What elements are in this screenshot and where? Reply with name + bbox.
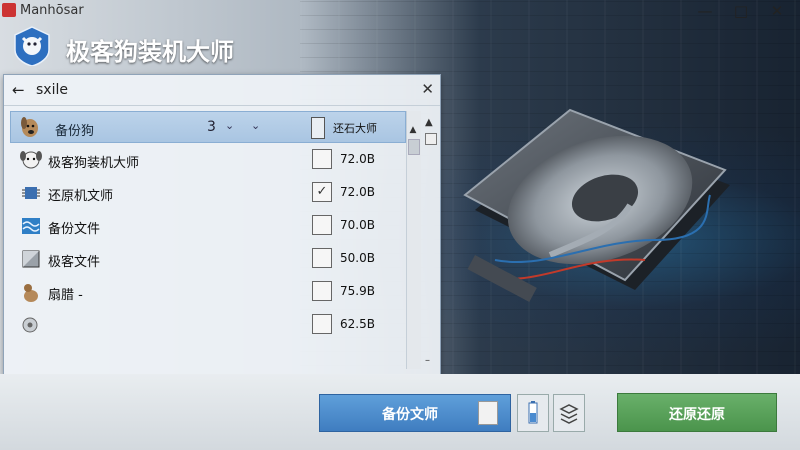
file-size: 70.0B bbox=[340, 218, 375, 232]
list-item[interactable]: 备份文件 70.0B bbox=[14, 211, 394, 241]
hard-drive-illustration bbox=[463, 108, 730, 302]
chevron-down-icon[interactable]: ⌄ bbox=[225, 119, 234, 132]
row-checkbox[interactable] bbox=[312, 248, 332, 268]
backup-button[interactable]: 备份文师 bbox=[319, 394, 511, 432]
close-button[interactable]: ✕ bbox=[760, 0, 794, 22]
file-size: 50.0B bbox=[340, 251, 375, 265]
backup-list-panel: ← sxile ✕ 备份狗 3 ⌄ ⌄ 还石大师 极客狗装机大师 72.0B 还… bbox=[3, 74, 441, 376]
layers-button[interactable] bbox=[553, 394, 585, 432]
dog-face-icon bbox=[20, 151, 42, 169]
row-checkbox[interactable] bbox=[312, 281, 332, 301]
list-item[interactable]: 还原机文师 ✓ 72.0B bbox=[14, 178, 394, 208]
maximize-button[interactable]: □ bbox=[724, 0, 758, 22]
list-item[interactable]: 62.5B bbox=[14, 310, 394, 340]
backup-button-label: 备份文师 bbox=[382, 407, 438, 423]
selected-row-label: 备份狗 bbox=[55, 124, 95, 139]
app-name: Manhōsar bbox=[20, 3, 84, 18]
row-checkbox[interactable] bbox=[312, 149, 332, 169]
phone-icon bbox=[311, 117, 325, 139]
cube-icon bbox=[22, 250, 40, 268]
file-size: 75.9B bbox=[340, 284, 375, 298]
panel-title: sxile bbox=[36, 82, 68, 98]
dog-shield-logo-icon bbox=[14, 26, 50, 66]
gear-badge-icon bbox=[22, 317, 38, 333]
title-bar: Manhōsar — □ ✕ bbox=[0, 0, 800, 22]
list-item-label: 还原机文师 bbox=[48, 189, 114, 204]
list-item[interactable]: 极客文件 50.0B bbox=[14, 244, 394, 274]
file-size: 62.5B bbox=[340, 317, 375, 331]
row-checkbox[interactable] bbox=[312, 215, 332, 235]
panel-close-icon[interactable]: ✕ bbox=[421, 80, 434, 98]
row-checkbox[interactable]: ✓ bbox=[312, 182, 332, 202]
app-icon bbox=[2, 3, 16, 17]
list-item-label: 备份文件 bbox=[48, 222, 101, 237]
battery-button[interactable] bbox=[517, 394, 549, 432]
minimize-button[interactable]: — bbox=[688, 0, 722, 22]
chip-icon bbox=[22, 187, 40, 199]
restore-button-label: 还原还原 bbox=[669, 407, 725, 423]
list-item[interactable]: 极客狗装机大师 72.0B bbox=[14, 145, 394, 175]
dog-icon bbox=[21, 117, 38, 137]
restore-button[interactable]: 还原还原 bbox=[617, 393, 777, 432]
scroll-thumb[interactable] bbox=[408, 139, 420, 155]
back-arrow-icon[interactable]: ← bbox=[12, 81, 25, 99]
layers-icon bbox=[559, 404, 579, 424]
document-icon bbox=[478, 401, 498, 425]
list-item-label: 扇腊 - bbox=[48, 288, 83, 303]
scroll-up-icon[interactable]: ▲ bbox=[408, 125, 418, 135]
row-checkbox[interactable] bbox=[312, 314, 332, 334]
list-item-label: 极客狗装机大师 bbox=[48, 156, 140, 171]
battery-icon bbox=[528, 401, 538, 424]
side-scroll-down-icon[interactable]: – bbox=[425, 355, 430, 366]
dog-sit-icon bbox=[24, 284, 38, 302]
file-size: 72.0B bbox=[340, 152, 375, 166]
selected-row[interactable]: 备份狗 3 ⌄ ⌄ 还石大师 bbox=[10, 111, 406, 143]
chevron-down-icon[interactable]: ⌄ bbox=[251, 119, 260, 132]
panel-header: ← sxile ✕ bbox=[4, 75, 440, 106]
brand-title: 极客狗装机大师 bbox=[66, 38, 234, 66]
file-size: 72.0B bbox=[340, 185, 375, 199]
selected-row-count: 3 bbox=[207, 119, 216, 135]
side-scroll-box[interactable] bbox=[425, 133, 437, 145]
column-header-label: 还石大师 bbox=[333, 122, 377, 135]
list-item-label: 极客文件 bbox=[48, 255, 101, 270]
wave-file-icon bbox=[22, 218, 40, 234]
side-scroll-up-icon[interactable]: ▲ bbox=[425, 117, 433, 128]
list-item[interactable]: 扇腊 - 75.9B bbox=[14, 277, 394, 307]
